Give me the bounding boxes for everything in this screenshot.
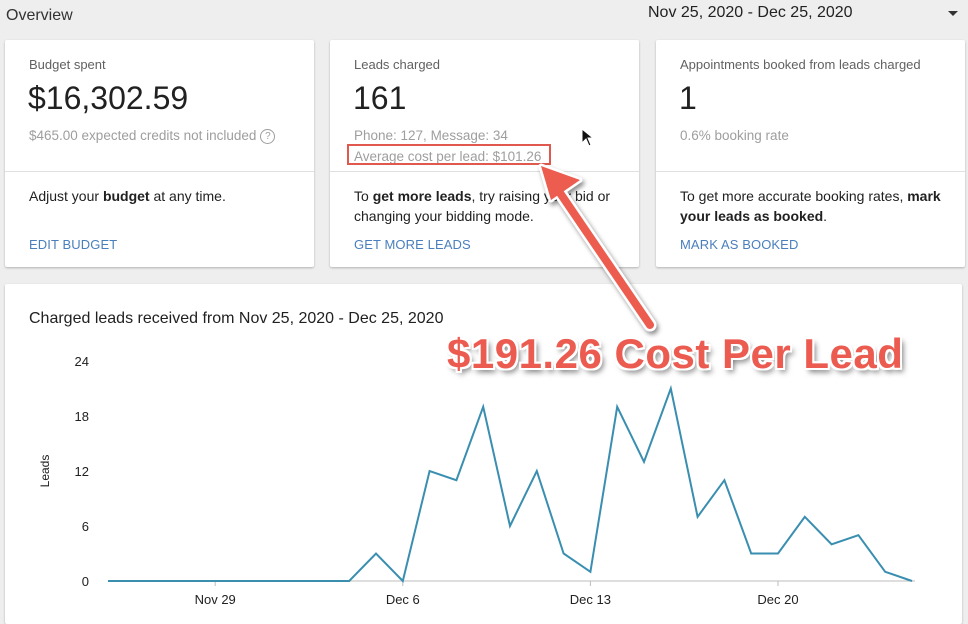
data-point xyxy=(267,579,271,583)
y-tick-label: 0 xyxy=(82,574,89,589)
data-point xyxy=(830,542,834,546)
data-point xyxy=(347,579,351,583)
data-point xyxy=(428,469,432,473)
edit-budget-link[interactable]: EDIT BUDGET xyxy=(29,237,117,252)
data-point xyxy=(883,570,887,574)
data-point xyxy=(213,579,217,583)
y-tick-label: 24 xyxy=(75,354,89,369)
data-point xyxy=(374,552,378,556)
data-point xyxy=(588,570,592,574)
leads-series-line xyxy=(108,384,913,583)
data-point xyxy=(508,524,512,528)
data-point xyxy=(535,469,539,473)
x-tick-label: Nov 29 xyxy=(195,592,236,607)
budget-card: Budget spent $16,302.59 $465.00 expected… xyxy=(5,40,314,267)
budget-value: $16,302.59 xyxy=(28,80,189,116)
data-point xyxy=(133,579,137,583)
leads-body-pre: To xyxy=(354,188,373,204)
mouse-cursor-icon xyxy=(581,128,595,147)
data-point xyxy=(294,579,298,583)
data-point xyxy=(749,552,753,556)
date-range-value: Nov 25, 2020 - Dec 25, 2020 xyxy=(648,4,853,21)
data-point xyxy=(642,460,646,464)
data-point xyxy=(615,405,619,409)
data-point xyxy=(320,579,324,583)
x-tick-label: Dec 13 xyxy=(570,592,611,607)
credits-note: $465.00 expected credits not included? xyxy=(29,128,276,144)
budget-body-bold: budget xyxy=(102,188,150,204)
appointments-value: 1 xyxy=(679,80,697,116)
y-tick-label: 6 xyxy=(82,519,89,534)
y-axis-title: Leads xyxy=(38,455,52,488)
leads-body-bold: get more leads xyxy=(372,188,472,204)
data-point xyxy=(910,579,914,583)
leads-breakdown: Phone: 127, Message: 34 xyxy=(354,128,508,143)
data-point xyxy=(803,515,807,519)
divider xyxy=(5,171,314,172)
divider xyxy=(330,171,639,172)
data-point xyxy=(454,478,458,482)
leads-body: To get more leads, try raising your bid … xyxy=(354,186,622,226)
appointments-label: Appointments booked from leads charged xyxy=(680,57,921,72)
budget-body: Adjust your budget at any time. xyxy=(29,186,297,206)
data-point xyxy=(696,515,700,519)
data-point xyxy=(856,533,860,537)
divider xyxy=(656,171,965,172)
highlight-box xyxy=(347,144,551,165)
data-point xyxy=(160,579,164,583)
date-range-dropdown[interactable]: Nov 25, 2020 - Dec 25, 2020 xyxy=(648,3,962,25)
booking-rate: 0.6% booking rate xyxy=(680,128,789,143)
get-more-leads-link[interactable]: GET MORE LEADS xyxy=(354,237,471,252)
leads-label: Leads charged xyxy=(354,57,441,72)
leads-value: 161 xyxy=(353,80,407,116)
caret-down-icon xyxy=(948,11,958,16)
top-bar: Overview Nov 25, 2020 - Dec 25, 2020 xyxy=(0,0,968,34)
data-point xyxy=(401,579,405,583)
y-tick-label: 12 xyxy=(75,464,89,479)
appointments-card: Appointments booked from leads charged 1… xyxy=(656,40,965,267)
data-point xyxy=(186,579,190,583)
page-title: Overview xyxy=(6,7,73,24)
cost-per-lead-annotation: $191.26 Cost Per Lead xyxy=(447,330,904,377)
data-point xyxy=(562,552,566,556)
data-point xyxy=(481,405,485,409)
mark-as-booked-link[interactable]: MARK AS BOOKED xyxy=(680,237,798,252)
y-tick-label: 18 xyxy=(75,409,89,424)
x-tick-label: Dec 6 xyxy=(386,592,420,607)
budget-body-pre: Adjust your xyxy=(29,188,103,204)
budget-body-post: at any time. xyxy=(149,188,226,204)
data-point xyxy=(106,579,110,583)
data-point xyxy=(669,387,673,391)
help-icon[interactable]: ? xyxy=(260,129,276,144)
appointments-body-pre: To get more accurate booking rates, xyxy=(680,188,908,204)
credits-note-text: $465.00 expected credits not included xyxy=(29,128,257,143)
appointments-body-post: . xyxy=(823,208,828,224)
x-tick-label: Dec 20 xyxy=(757,592,798,607)
appointments-body: To get more accurate booking rates, mark… xyxy=(680,186,948,226)
data-point xyxy=(722,478,726,482)
data-point xyxy=(240,579,244,583)
budget-label: Budget spent xyxy=(29,57,106,72)
data-point xyxy=(776,552,780,556)
